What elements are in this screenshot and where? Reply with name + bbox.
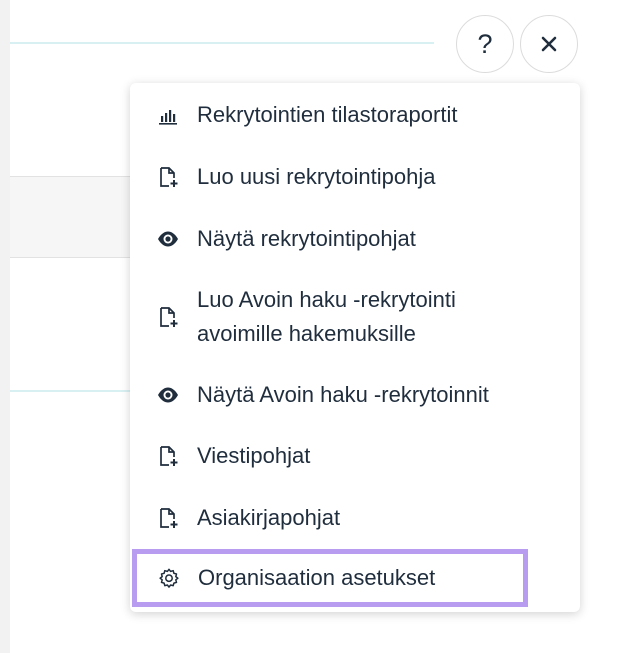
close-icon [541,36,557,52]
divider-line [10,42,434,44]
new-document-icon [156,305,180,329]
menu-item-document-templates[interactable]: Asiakirjapohjat [130,501,580,535]
menu-item-label: Näytä rekrytointipohjat [197,226,416,251]
help-icon: ? [477,28,493,59]
menu-item-show-recruitment-templates[interactable]: Näytä rekrytointipohjat [130,222,580,256]
new-document-icon [156,444,180,468]
divider-line [10,390,130,392]
eye-icon [156,227,180,251]
menu-item-show-open-applications[interactable]: Näytä Avoin haku -rekrytoinnit [130,378,580,412]
menu-item-new-recruitment-template[interactable]: Luo uusi rekrytointipohja [130,160,580,194]
menu-item-label: Asiakirjapohjat [197,505,341,530]
dropdown-menu: Rekrytointien tilastoraportit Luo uusi r… [130,83,580,612]
background-row [10,176,135,258]
new-document-icon [156,165,180,189]
menu-item-label: Rekrytointien tilastoraportit [197,102,458,127]
menu-item-new-open-application[interactable]: Luo Avoin haku -rekrytointi avoimille ha… [130,283,580,351]
menu-item-label: Luo uusi rekrytointipohja [197,164,436,189]
menu-item-label: Organisaation asetukset [198,565,436,590]
help-button[interactable]: ? [456,15,514,73]
menu-item-statistics-reports[interactable]: Rekrytointien tilastoraportit [130,98,580,132]
gear-icon [157,566,181,590]
eye-icon [156,383,180,407]
new-document-icon [156,506,180,530]
menu-item-organization-settings[interactable]: Organisaation asetukset [132,549,528,607]
close-button[interactable] [520,15,578,73]
bar-chart-icon [156,103,180,127]
menu-item-label: Luo Avoin haku -rekrytointi avoimille ha… [197,287,456,346]
menu-item-label: Viestipohjat [197,443,311,468]
menu-item-label: Näytä Avoin haku -rekrytoinnit [197,382,489,407]
menu-item-message-templates[interactable]: Viestipohjat [130,439,580,473]
